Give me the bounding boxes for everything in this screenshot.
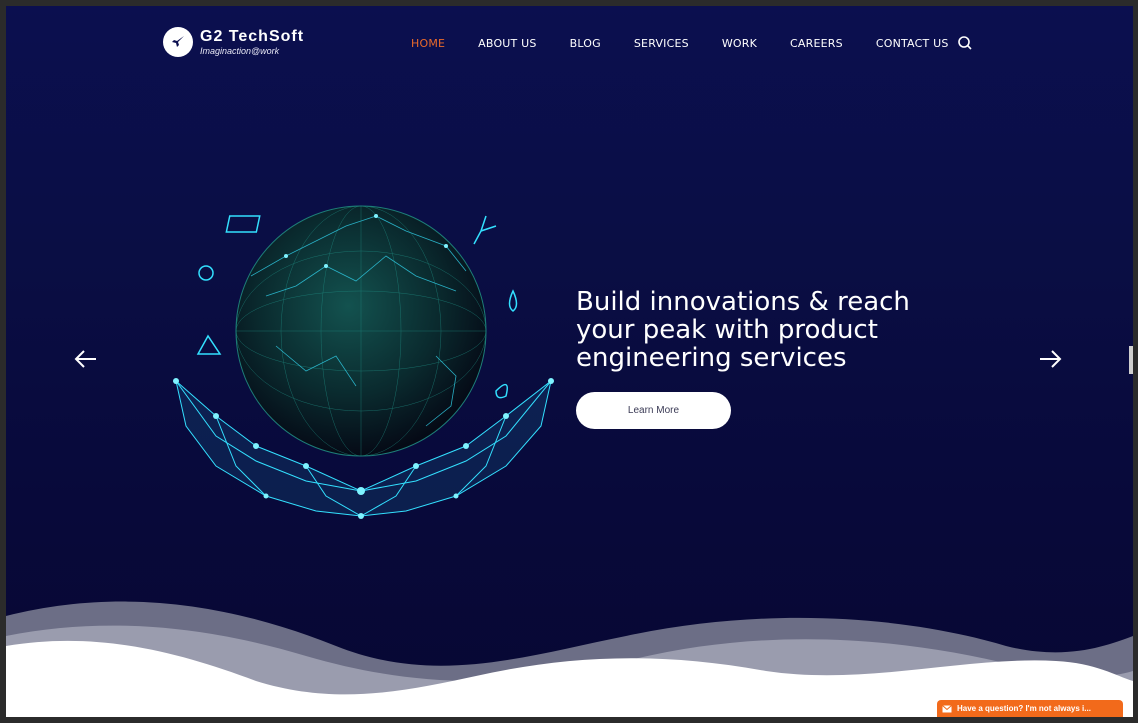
nav-blog[interactable]: BLOG <box>570 37 601 50</box>
decorative-waves <box>6 586 1133 717</box>
hero-headline: Build innovations & reach your peak with… <box>576 287 910 373</box>
nav-work[interactable]: WORK <box>722 37 757 50</box>
logo-tagline: Imaginaction@work <box>200 45 280 56</box>
chat-widget[interactable]: Have a question? I'm not always i... <box>937 700 1123 717</box>
logo-name: G2 TechSoft <box>200 27 305 45</box>
rocket-icon <box>163 27 193 57</box>
scrollbar-thumb[interactable] <box>1129 346 1133 374</box>
arrow-right-icon[interactable] <box>1038 349 1062 374</box>
chat-text: Have a question? I'm not always i... <box>957 704 1091 713</box>
nav-careers[interactable]: CAREERS <box>790 37 843 50</box>
nav-about-us[interactable]: ABOUT US <box>478 37 536 50</box>
nav-services[interactable]: SERVICES <box>634 37 689 50</box>
arrow-left-icon[interactable] <box>74 349 98 374</box>
globe-hands-illustration <box>156 196 566 536</box>
search-icon[interactable] <box>957 35 973 56</box>
main-nav: HOME ABOUT US BLOG SERVICES WORK CAREERS… <box>411 37 982 50</box>
nav-home[interactable]: HOME <box>411 37 445 50</box>
logo[interactable]: G2 TechSoft Imaginaction@work <box>163 27 304 57</box>
learn-more-button[interactable]: Learn More <box>576 392 731 429</box>
nav-contact-us[interactable]: CONTACT US <box>876 37 949 50</box>
hero-section: G2 TechSoft Imaginaction@work HOME ABOUT… <box>6 6 1133 717</box>
mail-icon <box>937 700 957 717</box>
